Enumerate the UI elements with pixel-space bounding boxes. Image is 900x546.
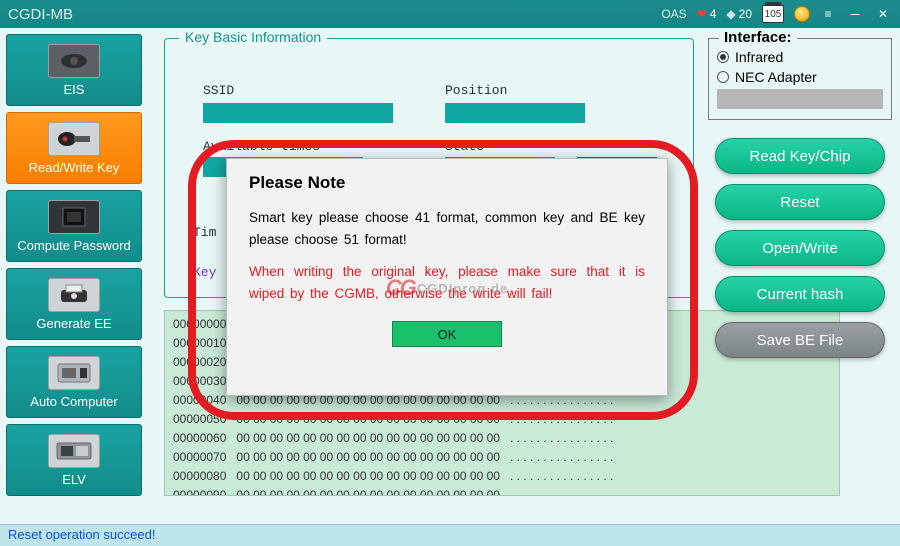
radio-infrared-label: Infrared xyxy=(735,49,783,65)
right-panel: Interface: Infrared NEC Adapter Read Key… xyxy=(708,38,892,368)
radio-infrared[interactable]: Infrared xyxy=(717,49,883,65)
title-bar: CGDI-MB OAS ❤4 ◆ 20 105 ≡ ─ ✕ xyxy=(0,0,900,28)
save-be-file-button[interactable]: Save BE File xyxy=(715,322,885,358)
oas-label: OAS xyxy=(661,7,686,21)
hearts-indicator: ❤4 xyxy=(697,7,717,21)
reset-button[interactable]: Reset xyxy=(715,184,885,220)
radio-dot-icon xyxy=(717,51,729,63)
sidebar-label: Generate EE xyxy=(36,316,111,331)
calendar-icon[interactable]: 105 xyxy=(762,5,784,23)
ok-button[interactable]: OK xyxy=(392,321,502,347)
sidebar-label: Read/Write Key xyxy=(29,160,120,175)
diamonds-indicator: ◆ 20 xyxy=(726,7,752,21)
sidebar-item-elv[interactable]: ELV xyxy=(6,424,142,496)
radio-dot-icon xyxy=(717,71,729,83)
radio-nec-label: NEC Adapter xyxy=(735,69,817,85)
app-title: CGDI-MB xyxy=(8,6,661,23)
position-value xyxy=(445,103,585,123)
ssid-value xyxy=(203,103,393,123)
current-hash-button[interactable]: Current hash xyxy=(715,276,885,312)
state-label: State xyxy=(445,139,555,154)
interface-legend: Interface: xyxy=(719,29,797,46)
chip-icon xyxy=(48,200,100,234)
printer-icon xyxy=(48,278,100,312)
open-write-button[interactable]: Open/Write xyxy=(715,230,885,266)
sidebar: EIS Read/Write Key Compute Password Gene… xyxy=(6,34,142,496)
sidebar-label: Auto Computer xyxy=(30,394,117,409)
sidebar-label: EIS xyxy=(64,82,85,97)
position-label: Position xyxy=(445,83,555,98)
status-bar: Reset operation succeed! xyxy=(0,524,900,546)
menu-icon[interactable]: ≡ xyxy=(820,7,836,21)
interface-box: Interface: Infrared NEC Adapter xyxy=(708,38,892,120)
eis-icon xyxy=(48,44,100,78)
key-link[interactable]: Key xyxy=(193,265,216,280)
ssid-label: SSID xyxy=(203,83,313,98)
medal-icon[interactable] xyxy=(794,6,810,22)
calendar-value: 105 xyxy=(765,9,782,20)
ecu-icon xyxy=(48,356,100,390)
sidebar-label: ELV xyxy=(62,472,86,487)
diamond-icon: ◆ xyxy=(726,7,735,21)
interface-status-bar xyxy=(717,89,883,109)
sidebar-item-read-write-key[interactable]: Read/Write Key xyxy=(6,112,142,184)
key-icon xyxy=(48,122,100,156)
sidebar-item-compute-password[interactable]: Compute Password xyxy=(6,190,142,262)
radio-nec-adapter[interactable]: NEC Adapter xyxy=(717,69,883,85)
heart-icon: ❤ xyxy=(697,7,707,21)
dialog-body-1: Smart key please choose 41 format, commo… xyxy=(249,207,645,251)
sidebar-item-auto-computer[interactable]: Auto Computer xyxy=(6,346,142,418)
status-text: Reset operation succeed! xyxy=(8,527,155,542)
fieldset-legend: Key Basic Information xyxy=(179,29,327,45)
elv-icon xyxy=(48,434,100,468)
time-label: Tim xyxy=(193,225,216,240)
sidebar-item-generate-ee[interactable]: Generate EE xyxy=(6,268,142,340)
hearts-count: 4 xyxy=(710,7,717,21)
dialog-title: Please Note xyxy=(249,173,645,193)
please-note-dialog: Please Note Smart key please choose 41 f… xyxy=(226,158,668,396)
minimize-button[interactable]: ─ xyxy=(846,7,864,21)
dialog-body-2: When writing the original key, please ma… xyxy=(249,261,645,305)
diamonds-count: 20 xyxy=(739,7,752,21)
available-times-label: Available times xyxy=(203,139,333,154)
close-button[interactable]: ✕ xyxy=(874,7,892,21)
sidebar-item-eis[interactable]: EIS xyxy=(6,34,142,106)
read-key-chip-button[interactable]: Read Key/Chip xyxy=(715,138,885,174)
sidebar-label: Compute Password xyxy=(17,238,130,253)
